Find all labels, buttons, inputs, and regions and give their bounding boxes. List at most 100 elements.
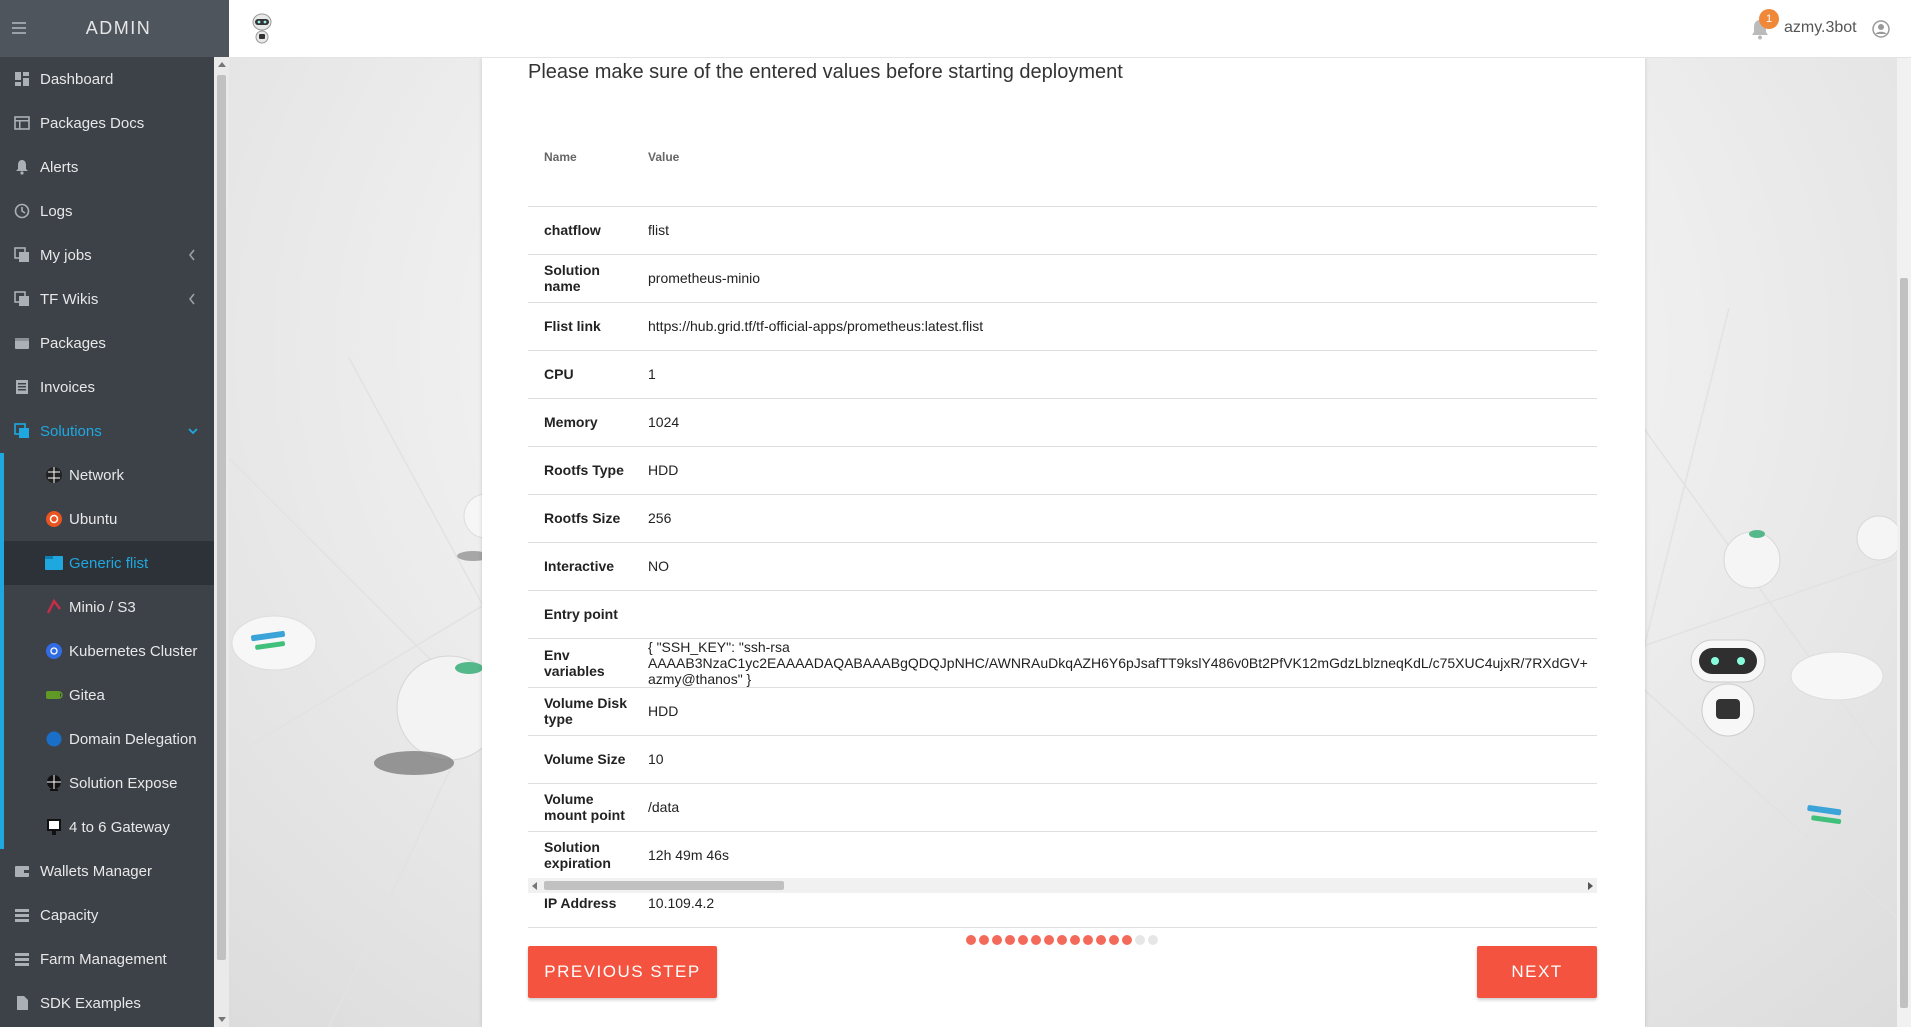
table-row: Rootfs Size 256 xyxy=(528,494,1597,543)
summary-table-wrapper: Name Value chatflow flist Solution name pro… xyxy=(528,108,1597,953)
step-dot xyxy=(1135,935,1145,945)
step-progress-dots xyxy=(966,935,1158,945)
step-dot xyxy=(979,935,989,945)
step-dot xyxy=(1070,935,1080,945)
column-header-name: Name xyxy=(528,108,632,207)
next-button[interactable]: NEXT xyxy=(1477,946,1597,998)
sidebar-item-label: Logs xyxy=(40,202,73,220)
user-account-icon[interactable] xyxy=(1872,20,1890,38)
sidebar-item-label: Gitea xyxy=(69,686,105,704)
sidebar-item-kubernetes-cluster[interactable]: Kubernetes Cluster xyxy=(4,629,214,673)
docs-icon xyxy=(14,115,30,131)
step-dot xyxy=(1005,935,1015,945)
hamburger-menu-icon[interactable] xyxy=(12,22,26,34)
deployment-summary-card: Please make sure of the entered values b… xyxy=(482,58,1645,1027)
domain-icon xyxy=(44,729,64,749)
row-name: Solution expiration xyxy=(528,831,632,880)
sidebar-item-my-jobs[interactable]: My jobs xyxy=(0,233,214,277)
sidebar-item-solution-expose[interactable]: Solution Expose xyxy=(4,761,214,805)
row-value: { "SSH_KEY": "ssh-rsa AAAAB3NzaC1yc2EAAA… xyxy=(632,638,1597,688)
solutions-submenu: Network Ubuntu Generic flist Minio / S3 Kube… xyxy=(0,453,214,849)
step-dot xyxy=(1044,935,1054,945)
sidebar-item-sdk-examples[interactable]: SDK Examples xyxy=(0,981,214,1025)
row-name: Flist link xyxy=(528,302,632,351)
sidebar-item-label: My jobs xyxy=(40,246,92,264)
jobs-icon xyxy=(14,247,30,263)
folder-icon xyxy=(44,553,64,573)
row-name: Solution name xyxy=(528,254,632,303)
sidebar-item-logs[interactable]: Logs xyxy=(0,189,214,233)
sidebar-item-label: Capacity xyxy=(40,906,99,924)
sidebar-item-generic-flist[interactable]: Generic flist xyxy=(4,541,214,585)
history-icon xyxy=(14,203,30,219)
row-value: 256 xyxy=(632,494,1597,543)
username-label[interactable]: azmy.3bot xyxy=(1784,19,1857,37)
sidebar-item-farm-management[interactable]: Farm Management xyxy=(0,937,214,981)
sidebar-item-invoices[interactable]: Invoices xyxy=(0,365,214,409)
step-dot xyxy=(1122,935,1132,945)
dashboard-icon xyxy=(14,71,30,87)
row-name: Volume mount point xyxy=(528,783,632,832)
column-header-value: Value xyxy=(632,108,1597,207)
table-row: Volume mount point/data xyxy=(528,783,1597,832)
sidebar-item-label: Domain Delegation xyxy=(69,730,197,748)
sidebar-scrollbar[interactable] xyxy=(214,57,229,1027)
row-name: Memory xyxy=(528,398,632,447)
wiki-icon xyxy=(14,291,30,307)
sidebar-item-4-to-6-gateway[interactable]: 4 to 6 Gateway xyxy=(4,805,214,849)
sidebar-item-label: Kubernetes Cluster xyxy=(69,642,198,660)
row-value: flist xyxy=(632,206,1597,255)
sdk-icon xyxy=(14,995,30,1011)
solutions-icon xyxy=(14,423,30,439)
sidebar-item-tf-wikis[interactable]: TF Wikis xyxy=(0,277,214,321)
sidebar-item-minio-s3[interactable]: Minio / S3 xyxy=(4,585,214,629)
sidebar-item-dashboard[interactable]: Dashboard xyxy=(0,57,214,101)
page-scrollbar[interactable] xyxy=(1897,58,1911,1027)
table-row: Memory 1024 xyxy=(528,398,1597,447)
sidebar-item-label: Minio / S3 xyxy=(69,598,136,616)
wallet-icon xyxy=(14,863,30,879)
gitea-icon xyxy=(44,685,64,705)
sidebar-item-packages-docs[interactable]: Packages Docs xyxy=(0,101,214,145)
table-horizontal-scrollbar[interactable] xyxy=(528,878,1597,893)
sidebar-item-label: SDK Examples xyxy=(40,994,141,1012)
step-dot xyxy=(992,935,1002,945)
sidebar-item-label: Alerts xyxy=(40,158,79,176)
chevron-left-icon xyxy=(188,248,196,262)
row-value: HDD xyxy=(632,687,1597,736)
sidebar-item-label: Packages xyxy=(40,334,106,352)
invoice-icon xyxy=(14,379,30,395)
previous-step-button[interactable]: PREVIOUS STEP xyxy=(528,946,717,998)
sidebar-item-network[interactable]: Network xyxy=(4,453,214,497)
table-row: Volume Disk type HDD xyxy=(528,687,1597,736)
network-icon xyxy=(44,465,64,485)
step-dot xyxy=(1057,935,1067,945)
sidebar-item-wallets-manager[interactable]: Wallets Manager xyxy=(0,849,214,893)
table-row: Volume Size 10 xyxy=(528,735,1597,784)
row-value: /data xyxy=(632,783,1597,832)
sidebar-item-gitea[interactable]: Gitea xyxy=(4,673,214,717)
sidebar-item-domain-delegation[interactable]: Domain Delegation xyxy=(4,717,214,761)
table-row: Flist link https://hub.grid.tf/tf-officia… xyxy=(528,302,1597,351)
row-name: Rootfs Type xyxy=(528,446,632,495)
sidebar-item-packages[interactable]: Packages xyxy=(0,321,214,365)
step-dot xyxy=(1096,935,1106,945)
table-row: Interactive NO xyxy=(528,542,1597,591)
sidebar-item-alerts[interactable]: Alerts xyxy=(0,145,214,189)
sidebar-item-label: Farm Management xyxy=(40,950,167,968)
bell-icon xyxy=(14,159,30,175)
step-dot xyxy=(1031,935,1041,945)
table-row: Solution expiration 12h 49m 46s xyxy=(528,831,1597,880)
row-name: Rootfs Size xyxy=(528,494,632,543)
sidebar-item-ubuntu[interactable]: Ubuntu xyxy=(4,497,214,541)
sidebar-item-capacity[interactable]: Capacity xyxy=(0,893,214,937)
sidebar-item-label: Generic flist xyxy=(69,554,149,572)
summary-table-body: chatflow flist Solution name prometheus-min… xyxy=(528,206,1597,928)
row-value: 12h 49m 46s xyxy=(632,831,1597,880)
sidebar-item-label: TF Wikis xyxy=(40,290,99,308)
expose-icon xyxy=(44,773,64,793)
ubuntu-icon xyxy=(44,509,64,529)
sidebar-item-solutions[interactable]: Solutions xyxy=(0,409,214,453)
robot-logo-icon[interactable] xyxy=(249,12,275,46)
sidebar-item-label: Packages Docs xyxy=(40,114,145,132)
